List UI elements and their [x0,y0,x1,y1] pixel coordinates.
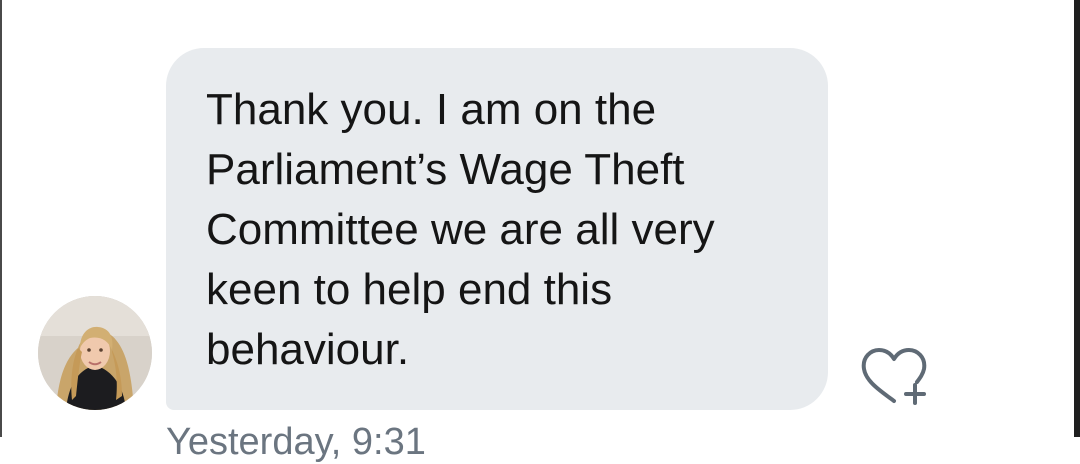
avatar-photo [38,296,152,410]
react-heart-button[interactable] [858,345,930,407]
message-bubble[interactable]: Thank you. I am on the Parliament’s Wage… [166,48,828,410]
heart-plus-icon [861,348,927,405]
message-text: Thank you. I am on the Parliament’s Wage… [206,85,715,374]
message-row: Thank you. I am on the Parliament’s Wage… [0,0,1080,463]
message-timestamp: Yesterday, 9:31 [166,421,426,463]
avatar[interactable] [38,296,152,410]
